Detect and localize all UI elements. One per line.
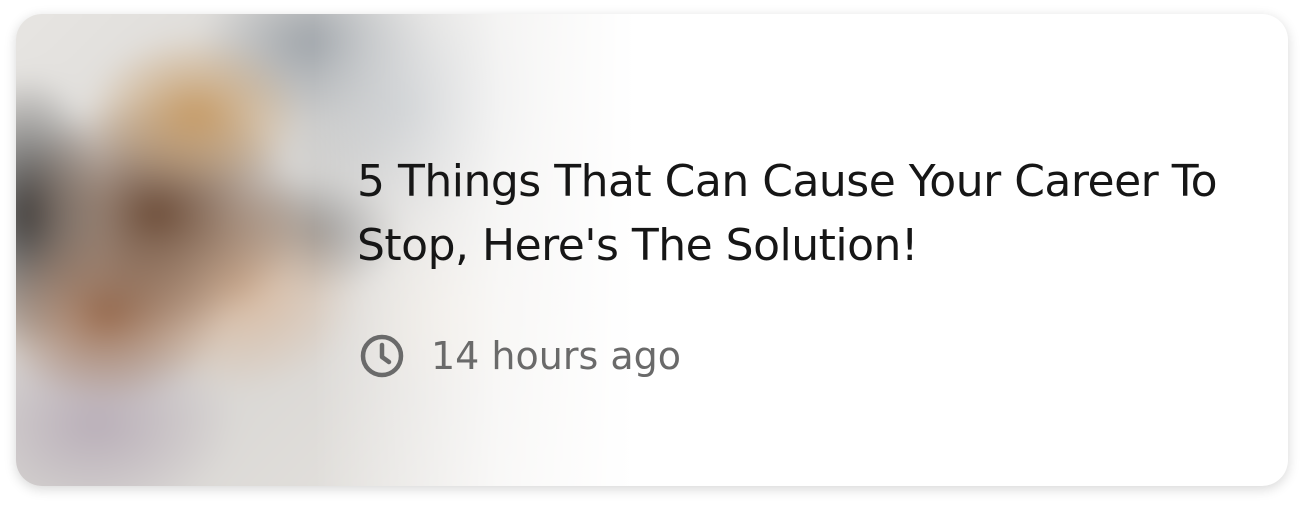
- clock-icon: [357, 331, 407, 381]
- article-content: 5 Things That Can Cause Your Career To S…: [357, 150, 1257, 381]
- article-timestamp: 14 hours ago: [431, 334, 682, 378]
- article-meta: 14 hours ago: [357, 331, 1257, 381]
- article-card[interactable]: 5 Things That Can Cause Your Career To S…: [16, 14, 1288, 486]
- article-title[interactable]: 5 Things That Can Cause Your Career To S…: [357, 150, 1257, 278]
